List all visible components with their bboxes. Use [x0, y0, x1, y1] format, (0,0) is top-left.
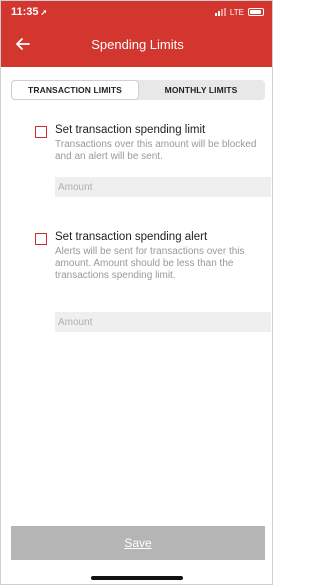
transaction-limit-text: Set transaction spending limit Transacti…	[55, 123, 272, 163]
transaction-alert-amount-input[interactable]	[55, 312, 271, 332]
transaction-limit-amount-input[interactable]	[55, 177, 271, 197]
transaction-alert-text: Set transaction spending alert Alerts wi…	[55, 230, 272, 282]
status-indicators: LTE	[214, 7, 264, 17]
transaction-limit-title: Set transaction spending limit	[55, 124, 206, 136]
header-bar: 11:35 ➚ LTE Spending Limits	[1, 1, 272, 67]
page-title: Spending Limits	[91, 37, 184, 52]
status-bar: 11:35 ➚ LTE	[1, 1, 272, 23]
signal-icon	[214, 8, 226, 16]
transaction-limit-checkbox[interactable]	[35, 126, 47, 138]
status-time: 11:35 ➚	[11, 6, 48, 18]
nav-bar: Spending Limits	[1, 23, 272, 67]
tab-transaction-limits[interactable]: TRANSACTION LIMITS	[12, 81, 138, 99]
transaction-alert-title: Set transaction spending alert	[55, 231, 208, 243]
transaction-alert-description: Alerts will be sent for transactions ove…	[55, 246, 245, 281]
tab-monthly-limits[interactable]: MONTHLY LIMITS	[138, 81, 264, 99]
transaction-limit-description: Transactions over this amount will be bl…	[55, 139, 257, 162]
home-indicator[interactable]	[91, 576, 183, 580]
save-button[interactable]: Save	[11, 526, 265, 560]
save-label: Save	[124, 536, 152, 550]
app-screen: 11:35 ➚ LTE Spending Limits TRANSACTION L…	[0, 0, 273, 585]
battery-icon	[248, 8, 264, 16]
limit-type-tabs: TRANSACTION LIMITS MONTHLY LIMITS	[11, 80, 265, 100]
network-type: LTE	[229, 7, 244, 17]
location-arrow-icon: ➚	[40, 8, 48, 17]
transaction-alert-checkbox[interactable]	[35, 233, 47, 245]
